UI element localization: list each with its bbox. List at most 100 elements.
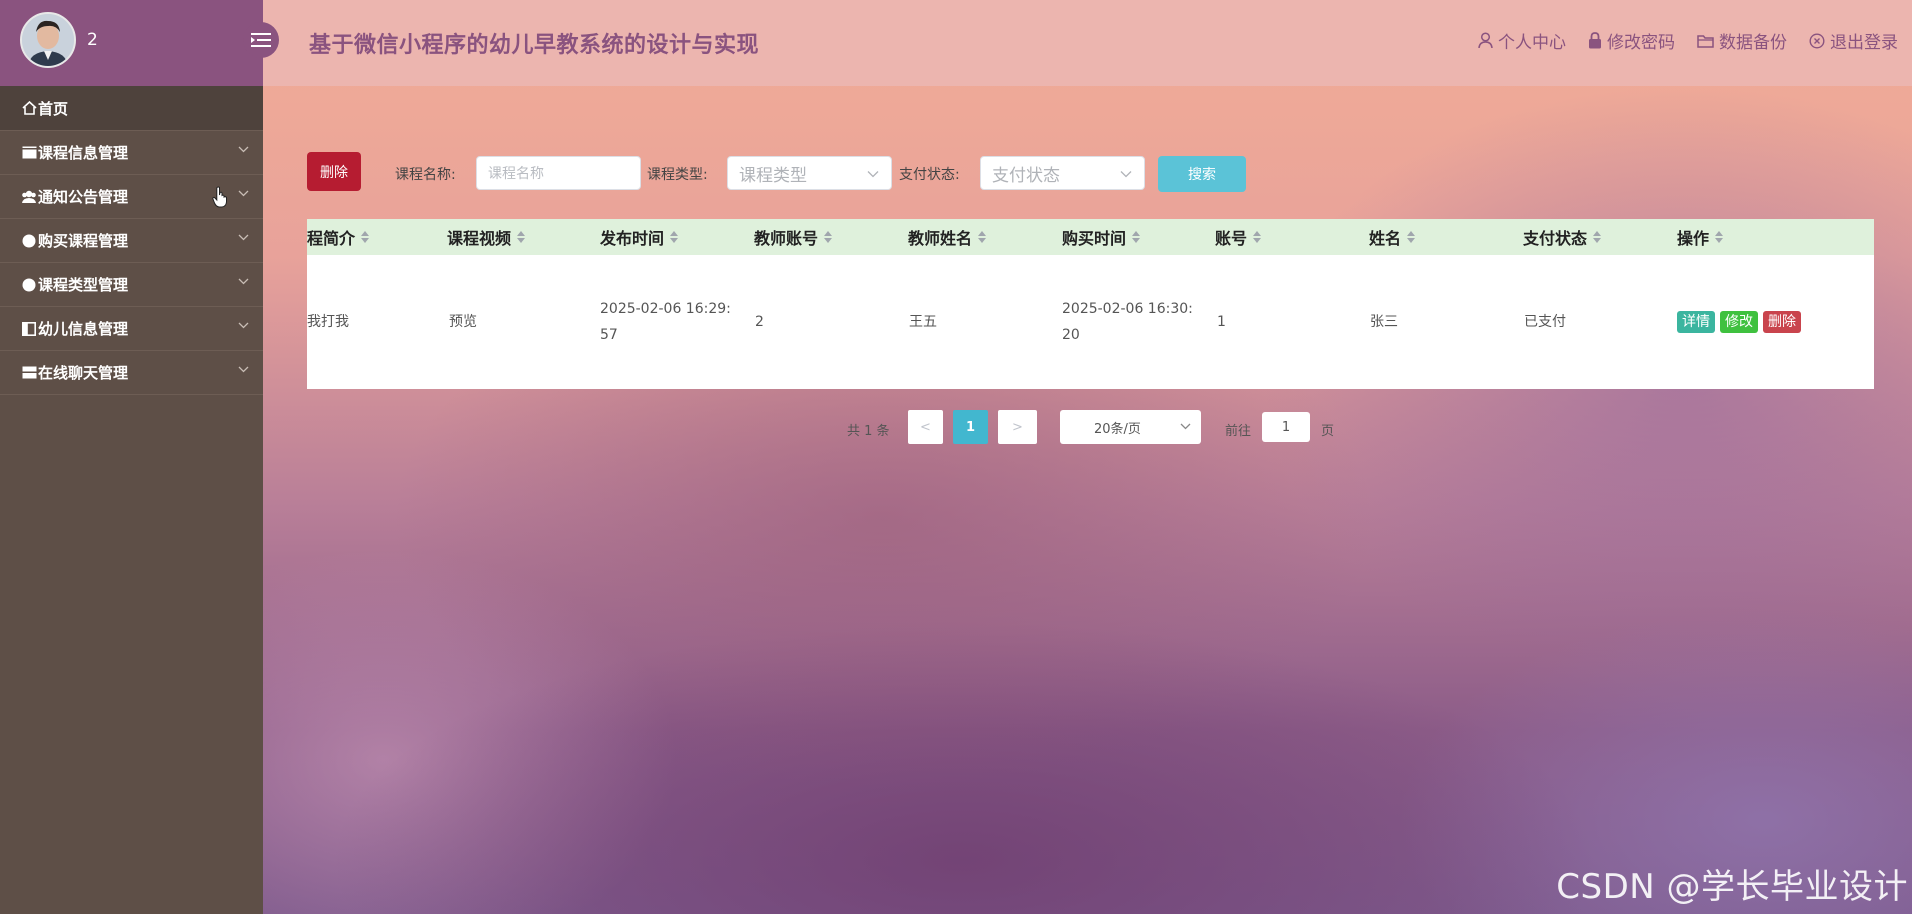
column-header-teacher-name[interactable]: 教师姓名 xyxy=(908,219,987,255)
sort-icon xyxy=(1593,230,1602,244)
data-backup-link[interactable]: 数据备份 xyxy=(1697,28,1787,53)
column-header-name[interactable]: 姓名 xyxy=(1369,219,1416,255)
column-header-label: 教师姓名 xyxy=(908,229,973,248)
sort-icon xyxy=(1715,230,1724,244)
sort-icon xyxy=(824,230,833,244)
sort-icon xyxy=(1132,230,1141,244)
pay-status-label: 支付状态: xyxy=(899,167,960,183)
edit-button[interactable]: 修改 xyxy=(1720,311,1758,333)
page-suffix-label: 页 xyxy=(1321,424,1335,439)
sidebar-item-home[interactable]: 首页 xyxy=(0,86,263,131)
chevron-down-icon xyxy=(238,278,249,285)
lock-icon xyxy=(1589,32,1601,49)
top-header: 基于微信小程序的幼儿早教系统的设计与实现 个人中心 修改密码 数据备份 退出登录 xyxy=(263,0,1912,86)
top-link-label: 数据备份 xyxy=(1719,33,1787,53)
cell-teacher-account: 2 xyxy=(755,314,764,330)
column-header-pay-status[interactable]: 支付状态 xyxy=(1523,219,1602,255)
personal-center-link[interactable]: 个人中心 xyxy=(1478,28,1566,53)
column-header-account[interactable]: 账号 xyxy=(1215,219,1262,255)
hand-cursor-icon xyxy=(212,186,227,208)
sidebar-item-course-type[interactable]: 课程类型管理 xyxy=(0,263,263,307)
video-preview-link[interactable]: 预览 xyxy=(449,255,477,389)
cell-publish-time: 2025-02-06 16:29: 57 xyxy=(600,255,731,389)
column-header-label: 发布时间 xyxy=(600,229,665,248)
change-password-link[interactable]: 修改密码 xyxy=(1588,28,1675,53)
column-header-label: 程简介 xyxy=(307,229,356,248)
user-icon xyxy=(1478,32,1493,49)
square-icon xyxy=(21,321,37,336)
sidebar-item-label: 幼儿信息管理 xyxy=(38,320,129,338)
column-header-buy-time[interactable]: 购买时间 xyxy=(1062,219,1141,255)
next-page-button[interactable]: > xyxy=(998,410,1037,444)
column-header-label: 操作 xyxy=(1677,229,1710,248)
column-header-intro[interactable]: 程简介 xyxy=(307,219,370,255)
top-link-label: 退出登录 xyxy=(1830,33,1898,53)
sidebar-item-course-info[interactable]: 课程信息管理 xyxy=(0,131,263,175)
cell-pay-status: 已支付 xyxy=(1524,314,1566,330)
column-header-teacher-account[interactable]: 教师账号 xyxy=(754,219,833,255)
column-header-label: 购买时间 xyxy=(1062,229,1127,248)
home-icon xyxy=(21,101,37,115)
page-size-value: 20条/页 xyxy=(1094,421,1141,437)
chevron-down-icon xyxy=(1180,423,1191,430)
page-size-select[interactable]: 20条/页 xyxy=(1060,410,1201,444)
page-1-button[interactable]: 1 xyxy=(953,410,988,444)
pay-status-placeholder: 支付状态 xyxy=(992,165,1060,186)
column-header-label: 账号 xyxy=(1215,229,1248,248)
cell-teacher-name: 王五 xyxy=(909,314,937,330)
sidebar-header: 2 xyxy=(0,0,263,86)
column-header-label: 姓名 xyxy=(1369,229,1402,248)
sidebar-item-label: 在线聊天管理 xyxy=(38,364,129,382)
chevron-down-icon xyxy=(238,366,249,373)
pagination: 共 1 条 < 1 > 20条/页 前往 1 页 xyxy=(263,410,1912,444)
pagination-total: 共 1 条 xyxy=(847,424,890,439)
sidebar-item-chat[interactable]: 在线聊天管理 xyxy=(0,351,263,395)
sidebar-toggle-button[interactable] xyxy=(243,22,279,58)
course-type-placeholder: 课程类型 xyxy=(739,165,807,186)
chevron-down-icon xyxy=(238,234,249,241)
course-type-select[interactable]: 课程类型 xyxy=(727,156,892,190)
sidebar: 2 首页 课程信息管理 通知公告管理 购买课程管理 课程类型管理 幼儿信息管理 … xyxy=(0,0,279,914)
top-links: 个人中心 修改密码 数据备份 退出登录 xyxy=(1478,28,1898,53)
sidebar-menu: 首页 课程信息管理 通知公告管理 购买课程管理 课程类型管理 幼儿信息管理 在线… xyxy=(0,86,263,395)
folder-icon xyxy=(1697,34,1714,48)
goto-page-input[interactable]: 1 xyxy=(1262,412,1310,442)
purchase-table: 程简介 课程视频 发布时间 教师账号 教师姓名 购买时间 账号 姓名 支付状态 … xyxy=(307,219,1874,389)
avatar[interactable] xyxy=(20,12,76,68)
logout-link[interactable]: 退出登录 xyxy=(1809,28,1898,53)
column-header-label: 教师账号 xyxy=(754,229,819,248)
chevron-down-icon xyxy=(867,171,879,178)
card-icon xyxy=(21,366,37,380)
sidebar-item-purchase[interactable]: 购买课程管理 xyxy=(0,219,263,263)
top-link-label: 修改密码 xyxy=(1607,33,1675,53)
column-header-publish-time[interactable]: 发布时间 xyxy=(600,219,679,255)
column-header-video[interactable]: 课程视频 xyxy=(447,219,526,255)
course-name-input[interactable]: 课程名称 xyxy=(476,156,641,190)
cell-actions: 详情 修改 删除 xyxy=(1677,255,1806,389)
table-body: 我打我 预览 2025-02-06 16:29: 57 2 王五 2025-02-… xyxy=(307,255,1874,389)
close-circle-icon xyxy=(1809,32,1825,49)
sidebar-item-label: 购买课程管理 xyxy=(38,232,129,250)
sort-icon xyxy=(978,230,987,244)
main-content: 基于微信小程序的幼儿早教系统的设计与实现 个人中心 修改密码 数据备份 退出登录… xyxy=(263,0,1912,914)
pay-status-select[interactable]: 支付状态 xyxy=(980,156,1145,190)
buy-time-line: 2025-02-06 16:30: xyxy=(1062,301,1193,317)
column-header-actions[interactable]: 操作 xyxy=(1677,219,1724,255)
cell-account: 1 xyxy=(1217,314,1226,330)
chevron-down-icon xyxy=(238,146,249,153)
buy-time-line: 20 xyxy=(1062,327,1080,343)
delete-button[interactable]: 删除 xyxy=(307,152,361,191)
detail-button[interactable]: 详情 xyxy=(1677,311,1715,333)
sidebar-item-child-info[interactable]: 幼儿信息管理 xyxy=(0,307,263,351)
row-delete-button[interactable]: 删除 xyxy=(1763,311,1801,333)
sort-icon xyxy=(1407,230,1416,244)
cell-name: 张三 xyxy=(1370,314,1398,330)
sidebar-item-label: 通知公告管理 xyxy=(38,188,129,206)
search-button[interactable]: 搜索 xyxy=(1158,156,1246,192)
course-name-placeholder: 课程名称 xyxy=(488,166,544,182)
prev-page-button[interactable]: < xyxy=(908,410,943,444)
chevron-down-icon xyxy=(1120,171,1132,178)
course-type-label: 课程类型: xyxy=(647,167,708,183)
course-name-label: 课程名称: xyxy=(395,167,456,183)
chevron-down-icon xyxy=(238,190,249,197)
